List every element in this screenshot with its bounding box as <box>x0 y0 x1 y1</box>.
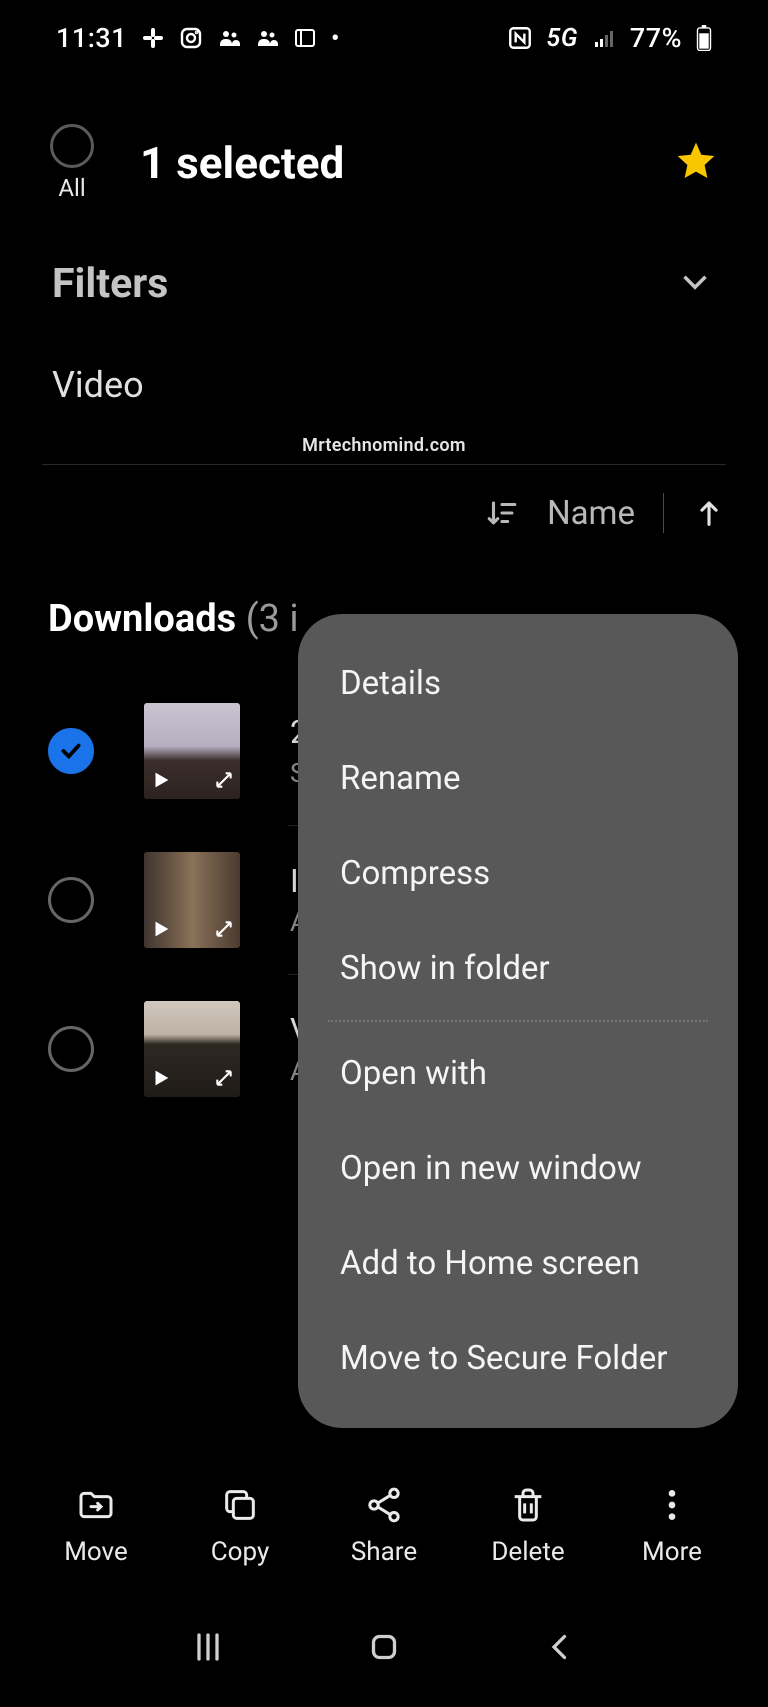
selection-header: All 1 selected <box>0 76 768 232</box>
system-nav <box>0 1619 768 1679</box>
menu-open-new-window[interactable]: Open in new window <box>298 1121 738 1216</box>
video-thumbnail <box>144 1001 240 1097</box>
sort-icon[interactable] <box>485 496 519 530</box>
video-thumbnail <box>144 852 240 948</box>
copy-icon <box>220 1485 260 1529</box>
copy-button[interactable]: Copy <box>168 1471 312 1581</box>
teams-icon-2 <box>255 26 279 50</box>
filters-label: Filters <box>52 260 168 308</box>
app-icon <box>293 26 317 50</box>
move-button[interactable]: Move <box>24 1471 168 1581</box>
context-menu: Details Rename Compress Show in folder O… <box>298 614 738 1428</box>
more-icon <box>652 1485 692 1529</box>
sort-label[interactable]: Name <box>547 494 635 533</box>
select-all-label: All <box>58 174 85 202</box>
menu-rename[interactable]: Rename <box>298 731 738 826</box>
instagram-icon <box>179 26 203 50</box>
share-button[interactable]: Share <box>312 1471 456 1581</box>
signal-icon <box>592 26 616 50</box>
share-icon <box>364 1485 404 1529</box>
video-thumbnail <box>144 703 240 799</box>
section-title: Downloads <box>48 597 236 641</box>
menu-move-secure[interactable]: Move to Secure Folder <box>298 1311 738 1406</box>
move-icon <box>76 1485 116 1529</box>
nfc-icon <box>507 25 533 51</box>
menu-add-home[interactable]: Add to Home screen <box>298 1216 738 1311</box>
item-checkbox-checked[interactable] <box>48 728 94 774</box>
menu-divider <box>328 1020 708 1022</box>
expand-icon <box>214 919 234 943</box>
recents-button[interactable] <box>150 1619 266 1679</box>
menu-show-in-folder[interactable]: Show in folder <box>298 921 738 1016</box>
play-icon <box>150 918 172 944</box>
copy-label: Copy <box>211 1537 270 1567</box>
filter-category[interactable]: Video <box>0 336 768 434</box>
delete-label: Delete <box>491 1537 564 1567</box>
play-icon <box>150 769 172 795</box>
more-label: More <box>642 1537 702 1567</box>
delete-icon <box>508 1485 548 1529</box>
star-icon[interactable] <box>674 139 718 187</box>
network-label: 5G <box>547 24 578 53</box>
status-bar: 11:31 • 5G 77% <box>0 0 768 76</box>
expand-icon <box>214 770 234 794</box>
page-title: 1 selected <box>140 137 674 189</box>
home-button[interactable] <box>326 1619 442 1679</box>
share-label: Share <box>351 1537 417 1567</box>
status-time: 11:31 <box>56 22 127 54</box>
arrow-up-icon[interactable] <box>692 496 726 530</box>
delete-button[interactable]: Delete <box>456 1471 600 1581</box>
expand-icon <box>214 1068 234 1092</box>
teams-icon <box>217 26 241 50</box>
move-label: Move <box>64 1537 128 1567</box>
section-count: (3 i <box>246 597 299 641</box>
slack-icon <box>141 26 165 50</box>
bottom-toolbar: Move Copy Share Delete More <box>0 1459 768 1593</box>
select-all-toggle[interactable]: All <box>50 124 94 202</box>
menu-compress[interactable]: Compress <box>298 826 738 921</box>
watermark-text: Mrtechnomind.com <box>302 435 466 456</box>
sort-row: Name <box>0 465 768 561</box>
play-icon <box>150 1067 172 1093</box>
sort-divider <box>663 493 664 533</box>
menu-details[interactable]: Details <box>298 636 738 731</box>
battery-percent: 77% <box>630 22 682 54</box>
more-button[interactable]: More <box>600 1471 744 1581</box>
menu-open-with[interactable]: Open with <box>298 1026 738 1121</box>
dot-icon: • <box>331 24 340 52</box>
chevron-down-icon <box>674 261 716 307</box>
select-all-circle <box>50 124 94 168</box>
back-button[interactable] <box>502 1619 618 1679</box>
item-checkbox[interactable] <box>48 877 94 923</box>
battery-icon <box>696 25 712 51</box>
filters-row[interactable]: Filters <box>0 232 768 336</box>
item-checkbox[interactable] <box>48 1026 94 1072</box>
